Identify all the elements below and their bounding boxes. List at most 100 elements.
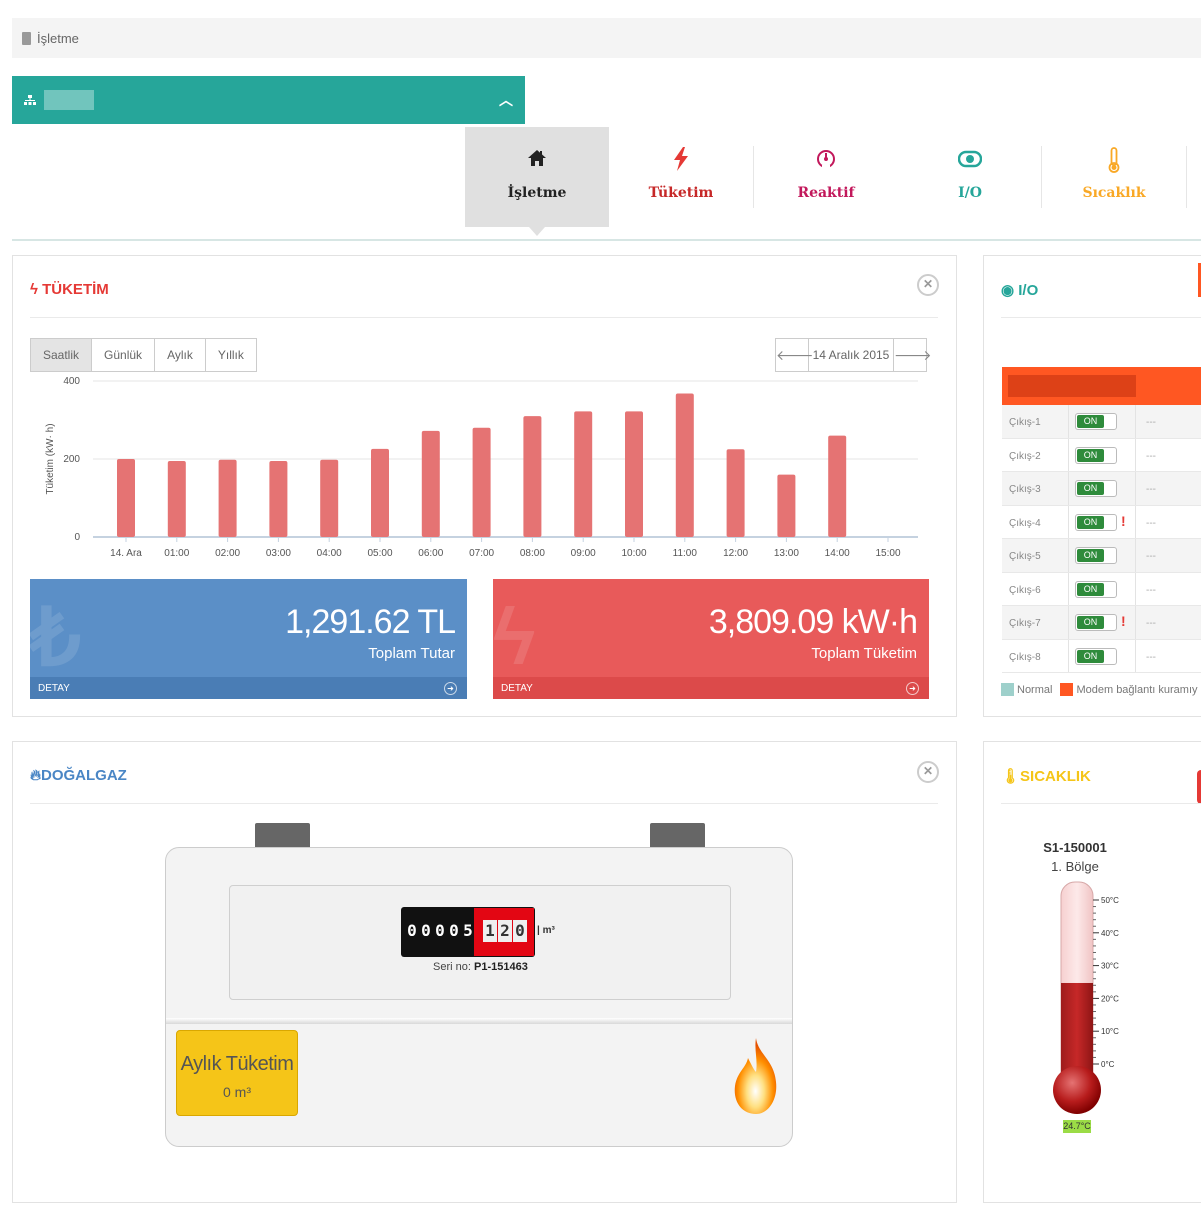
panel-edge-marker xyxy=(1197,770,1201,804)
io-table: Çıkış-1 ON --- Çıkış-2 ON --- Çıkış-3 ON --- Çıkı… xyxy=(1002,405,1201,673)
temperature-title: 🌡︎SICAKLIK xyxy=(1001,768,1091,785)
odometer-digit: 0 xyxy=(449,921,459,940)
chart-bar xyxy=(371,448,389,537)
io-toggle-state: ON xyxy=(1077,482,1104,495)
io-toggle-state: ON xyxy=(1077,448,1104,462)
y-axis-label: Tüketim (kW· h) xyxy=(45,423,56,494)
y-tick-label: 200 xyxy=(63,454,80,465)
odometer-digit: 0 xyxy=(421,921,431,940)
tab-tuketim[interactable]: Tüketim xyxy=(609,127,753,227)
title-divider xyxy=(30,803,938,804)
temperature-reading: 24.7°C xyxy=(1063,1120,1091,1133)
arrow-right-icon[interactable]: 🡒 xyxy=(893,339,932,371)
gauge-icon xyxy=(754,147,898,175)
chart-bar xyxy=(421,430,440,537)
io-toggle-switch[interactable]: ON xyxy=(1075,446,1117,464)
x-tick-label: 09:00 xyxy=(571,548,596,559)
flame-icon: 🔥︎ xyxy=(30,767,42,784)
title-divider xyxy=(1001,803,1201,804)
io-toggle-switch[interactable]: ON xyxy=(1075,647,1117,665)
io-output-name: Çıkış-5 xyxy=(1009,551,1041,562)
warning-icon: ! xyxy=(1121,613,1126,629)
legend-swatch xyxy=(1060,683,1074,696)
x-tick-label: 13:00 xyxy=(774,548,799,559)
chart-bar xyxy=(828,435,847,537)
x-tick-label: 08:00 xyxy=(520,548,545,559)
device-name-redacted xyxy=(1008,375,1136,397)
tab-isletme[interactable]: İşletme xyxy=(465,127,609,236)
io-toggle-switch[interactable]: ON xyxy=(1075,547,1117,564)
io-value: --- xyxy=(1146,651,1156,663)
chart-bar xyxy=(269,460,288,537)
tab-reaktif[interactable]: Reaktif xyxy=(754,127,898,227)
io-row: Çıkış-8 ON --- xyxy=(1002,639,1201,673)
site-selector[interactable]: ︿ xyxy=(12,76,525,124)
arrow-circle-right-icon[interactable]: ➜ xyxy=(906,682,919,695)
close-button[interactable]: ✕ xyxy=(917,761,939,783)
x-tick-label: 03:00 xyxy=(266,548,291,559)
thermometer-gauge: 50°C 40°C 30°C 20°C 10°C 0°C xyxy=(1053,881,1119,1114)
legend-label: Normal xyxy=(1017,683,1053,696)
odometer-digit: 5 xyxy=(463,921,473,940)
io-toggle-switch[interactable]: ON xyxy=(1075,480,1117,497)
title-divider xyxy=(1001,317,1201,318)
detail-link[interactable]: DETAY xyxy=(30,677,467,699)
io-toggle-switch[interactable]: ON xyxy=(1075,580,1117,598)
chart-bar xyxy=(472,427,491,537)
thermometer-icon: 🌡︎ xyxy=(1001,768,1021,785)
lira-icon: ₺ xyxy=(30,593,81,682)
tab-separator xyxy=(1186,146,1187,208)
chart-bar xyxy=(523,416,542,537)
x-tick-label: 06:00 xyxy=(418,548,443,559)
chevron-up-icon[interactable]: ︿ xyxy=(499,90,513,110)
tab-sicaklik[interactable]: Sıcaklık xyxy=(1042,127,1186,227)
io-row: Çıkış-2 ON --- xyxy=(1002,438,1201,472)
odometer-unit: | m³ xyxy=(537,925,555,936)
io-legend: Normal Modem bağlantı kuramıy xyxy=(1001,683,1198,696)
close-button[interactable]: ✕ xyxy=(917,274,939,296)
io-output-name: Çıkış-4 xyxy=(1009,517,1041,529)
total-cost-value: 1,291.62 TL xyxy=(285,603,456,641)
odometer-digit: 0 xyxy=(513,920,527,942)
io-toggle-state: ON xyxy=(1077,415,1104,428)
tab-io[interactable]: I/O xyxy=(898,127,1042,227)
arrow-left-icon[interactable]: 🡐 xyxy=(776,339,814,371)
io-toggle-cell: ON xyxy=(1068,539,1136,572)
scale-label: 20°C xyxy=(1101,994,1119,1003)
period-button-hourly[interactable]: Saatlik xyxy=(31,339,93,371)
home-icon xyxy=(465,147,609,175)
nav-underline xyxy=(12,239,1201,241)
odometer-digit: 1 xyxy=(483,920,497,942)
tab-label: I/O xyxy=(958,185,982,201)
breadcrumb-label[interactable]: İşletme xyxy=(37,31,79,46)
x-tick-label: 12:00 xyxy=(723,548,748,559)
io-toggle-switch[interactable]: ON xyxy=(1075,413,1117,430)
io-row: Çıkış-6 ON --- xyxy=(1002,572,1201,606)
io-toggle-state: ON xyxy=(1077,515,1104,529)
io-output-name: Çıkış-3 xyxy=(1009,484,1041,495)
io-toggle-switch[interactable]: ON xyxy=(1075,513,1117,531)
io-device-header xyxy=(1002,367,1201,405)
period-button-monthly[interactable]: Aylık xyxy=(155,339,206,371)
legend-swatch xyxy=(1001,683,1014,696)
chart-bar xyxy=(117,459,135,537)
io-toggle-switch[interactable]: ON xyxy=(1075,614,1117,631)
period-button-yearly[interactable]: Yıllık xyxy=(205,339,256,371)
chart-bar xyxy=(218,459,237,537)
io-value: --- xyxy=(1146,450,1156,462)
detail-link[interactable]: DETAY xyxy=(493,677,929,699)
io-value: --- xyxy=(1146,618,1156,629)
sensor-name: S1-150001 xyxy=(1043,840,1107,855)
io-output-name: Çıkış-8 xyxy=(1009,651,1041,663)
x-tick-label: 11:00 xyxy=(673,548,698,559)
serial-number: Seri no: P1-151463 xyxy=(433,961,528,973)
period-button-daily[interactable]: Günlük xyxy=(92,339,156,371)
arrow-circle-right-icon[interactable]: ➜ xyxy=(444,682,457,695)
x-tick-label: 14:00 xyxy=(825,548,850,559)
tab-label: Tüketim xyxy=(648,185,714,201)
x-tick-label: 15:00 xyxy=(875,548,900,559)
chart-bar xyxy=(625,411,643,537)
monthly-consumption-label: Aylık Tüketim xyxy=(180,1053,294,1075)
total-energy-box: ϟ 3,809.09 kW·h Toplam Tüketim DETAY ➜ xyxy=(493,579,929,699)
chart-bar xyxy=(777,474,796,537)
